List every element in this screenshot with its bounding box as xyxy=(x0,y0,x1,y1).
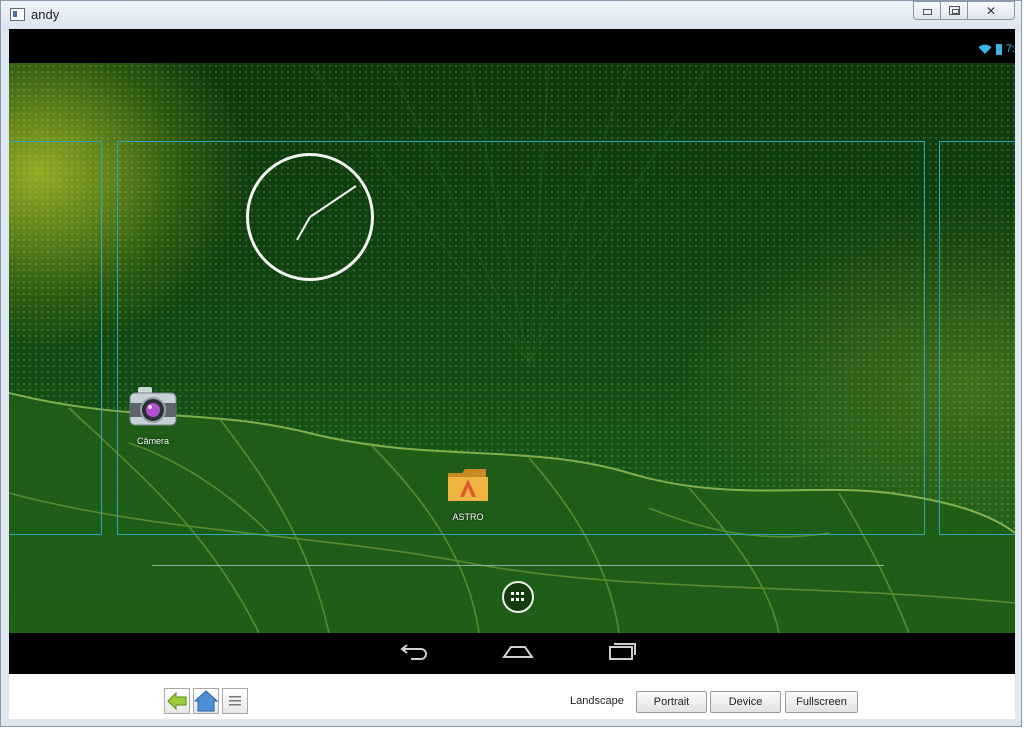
android-screen[interactable]: 7: Câmera ASTRO xyxy=(9,29,1015,633)
title-bar[interactable]: andy ✕ xyxy=(1,1,1021,29)
wallpaper: Câmera ASTRO xyxy=(9,63,1015,633)
maximize-button[interactable] xyxy=(940,1,968,20)
camera-icon xyxy=(129,387,177,426)
workspace-panel-center xyxy=(117,141,925,535)
menu-icon xyxy=(229,696,241,706)
app-icon xyxy=(10,8,25,21)
home-icon xyxy=(502,646,534,658)
home-icon xyxy=(193,690,219,712)
nav-back-button[interactable] xyxy=(399,641,439,665)
back-icon xyxy=(400,644,427,660)
minimize-icon xyxy=(922,8,932,15)
status-time: 7: xyxy=(1005,43,1015,55)
workspace-panel-left xyxy=(9,141,102,535)
app-drawer-button[interactable] xyxy=(502,581,534,613)
camera-shortcut[interactable]: Câmera xyxy=(113,385,193,446)
device-button[interactable]: Device xyxy=(710,691,781,713)
analog-clock-widget[interactable] xyxy=(246,153,374,281)
portrait-button[interactable]: Portrait xyxy=(636,691,707,713)
battery-icon xyxy=(995,43,1002,55)
status-bar: 7: xyxy=(9,29,1015,63)
astro-folder-icon xyxy=(448,469,488,501)
toolbar-back-button[interactable] xyxy=(164,688,190,714)
workspace-panel-right xyxy=(939,141,1015,535)
app-drawer-icon xyxy=(511,592,525,602)
toolbar-home-button[interactable] xyxy=(193,688,219,714)
toolbar-menu-button[interactable] xyxy=(222,688,248,714)
nav-home-button[interactable] xyxy=(501,641,541,665)
astro-label: ASTRO xyxy=(452,512,484,522)
wifi-icon xyxy=(978,44,992,54)
maximize-icon xyxy=(948,6,960,15)
landscape-label: Landscape xyxy=(570,695,624,707)
host-toolbar: Landscape Portrait Device Fullscreen xyxy=(9,674,1015,719)
astro-shortcut[interactable]: ASTRO xyxy=(428,465,508,522)
window-title: andy xyxy=(31,7,60,22)
fullscreen-button[interactable]: Fullscreen xyxy=(785,691,858,713)
minimize-button[interactable] xyxy=(913,1,941,20)
close-icon: ✕ xyxy=(985,3,997,18)
camera-label: Câmera xyxy=(136,436,169,446)
navigation-bar xyxy=(9,633,1015,674)
dock-divider xyxy=(152,565,884,566)
recent-apps-icon xyxy=(609,643,636,660)
close-button[interactable]: ✕ xyxy=(967,1,1015,20)
nav-recents-button[interactable] xyxy=(605,641,645,665)
back-arrow-icon xyxy=(167,691,187,711)
